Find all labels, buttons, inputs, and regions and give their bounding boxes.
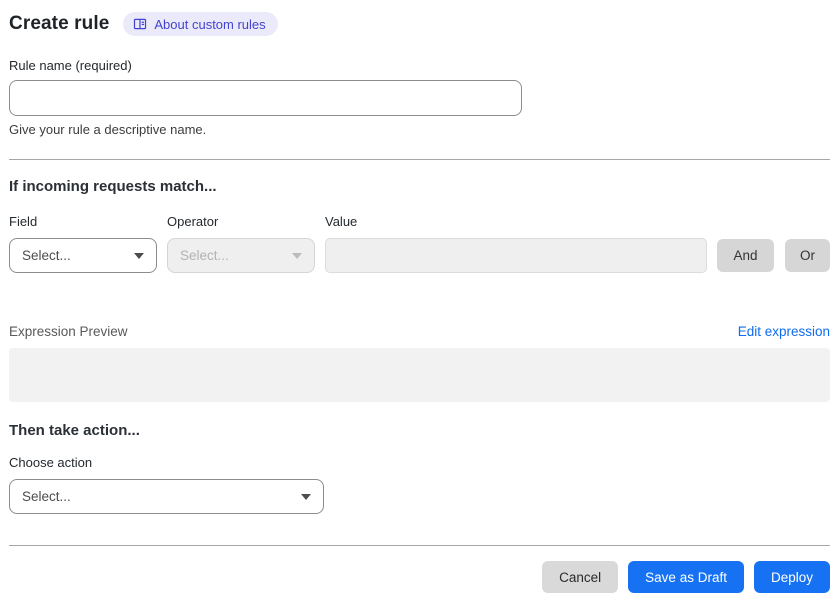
match-section-heading: If incoming requests match... xyxy=(9,178,217,195)
book-icon xyxy=(133,17,147,31)
field-select[interactable]: Select... xyxy=(9,238,157,273)
operator-select: Select... xyxy=(167,238,315,273)
operator-label: Operator xyxy=(167,214,219,229)
rule-name-input[interactable] xyxy=(9,80,522,116)
or-button[interactable]: Or xyxy=(785,239,830,272)
save-as-draft-button[interactable]: Save as Draft xyxy=(628,561,744,593)
edit-expression-link[interactable]: Edit expression xyxy=(738,324,830,339)
footer-actions: Cancel Save as Draft Deploy xyxy=(9,561,830,593)
caret-down-icon xyxy=(134,252,144,259)
field-label: Field xyxy=(9,214,38,229)
deploy-button[interactable]: Deploy xyxy=(753,561,830,593)
action-section-heading: Then take action... xyxy=(9,422,140,439)
field-select-value: Select... xyxy=(22,248,71,263)
divider xyxy=(9,159,830,160)
expression-header-row: Expression Preview Edit expression xyxy=(9,324,830,339)
choose-action-label: Choose action xyxy=(9,455,93,470)
expression-preview-label: Expression Preview xyxy=(9,324,128,339)
about-custom-rules-badge[interactable]: About custom rules xyxy=(123,12,278,36)
rule-name-helper: Give your rule a descriptive name. xyxy=(9,122,207,137)
divider xyxy=(9,545,830,546)
page-header: Create rule About custom rules xyxy=(9,9,830,36)
value-label: Value xyxy=(325,214,358,229)
choose-action-select-value: Select... xyxy=(22,489,71,504)
expression-preview-box xyxy=(9,348,830,402)
choose-action-select[interactable]: Select... xyxy=(9,479,324,514)
operator-select-value: Select... xyxy=(180,248,229,263)
rule-name-label: Rule name (required) xyxy=(9,58,132,73)
caret-down-icon xyxy=(301,493,311,500)
cancel-button[interactable]: Cancel xyxy=(542,561,619,593)
value-input xyxy=(325,238,707,273)
caret-down-icon xyxy=(292,252,302,259)
value-column: Value xyxy=(325,214,707,273)
and-button[interactable]: And xyxy=(717,239,774,272)
create-rule-page: Create rule About custom rules Rule name… xyxy=(0,0,839,597)
operator-column: Operator Select... xyxy=(167,214,315,273)
field-column: Field Select... xyxy=(9,214,157,273)
badge-label: About custom rules xyxy=(154,16,266,32)
page-title: Create rule xyxy=(9,13,110,34)
match-condition-row: Field Select... Operator Select... Value… xyxy=(9,214,830,273)
